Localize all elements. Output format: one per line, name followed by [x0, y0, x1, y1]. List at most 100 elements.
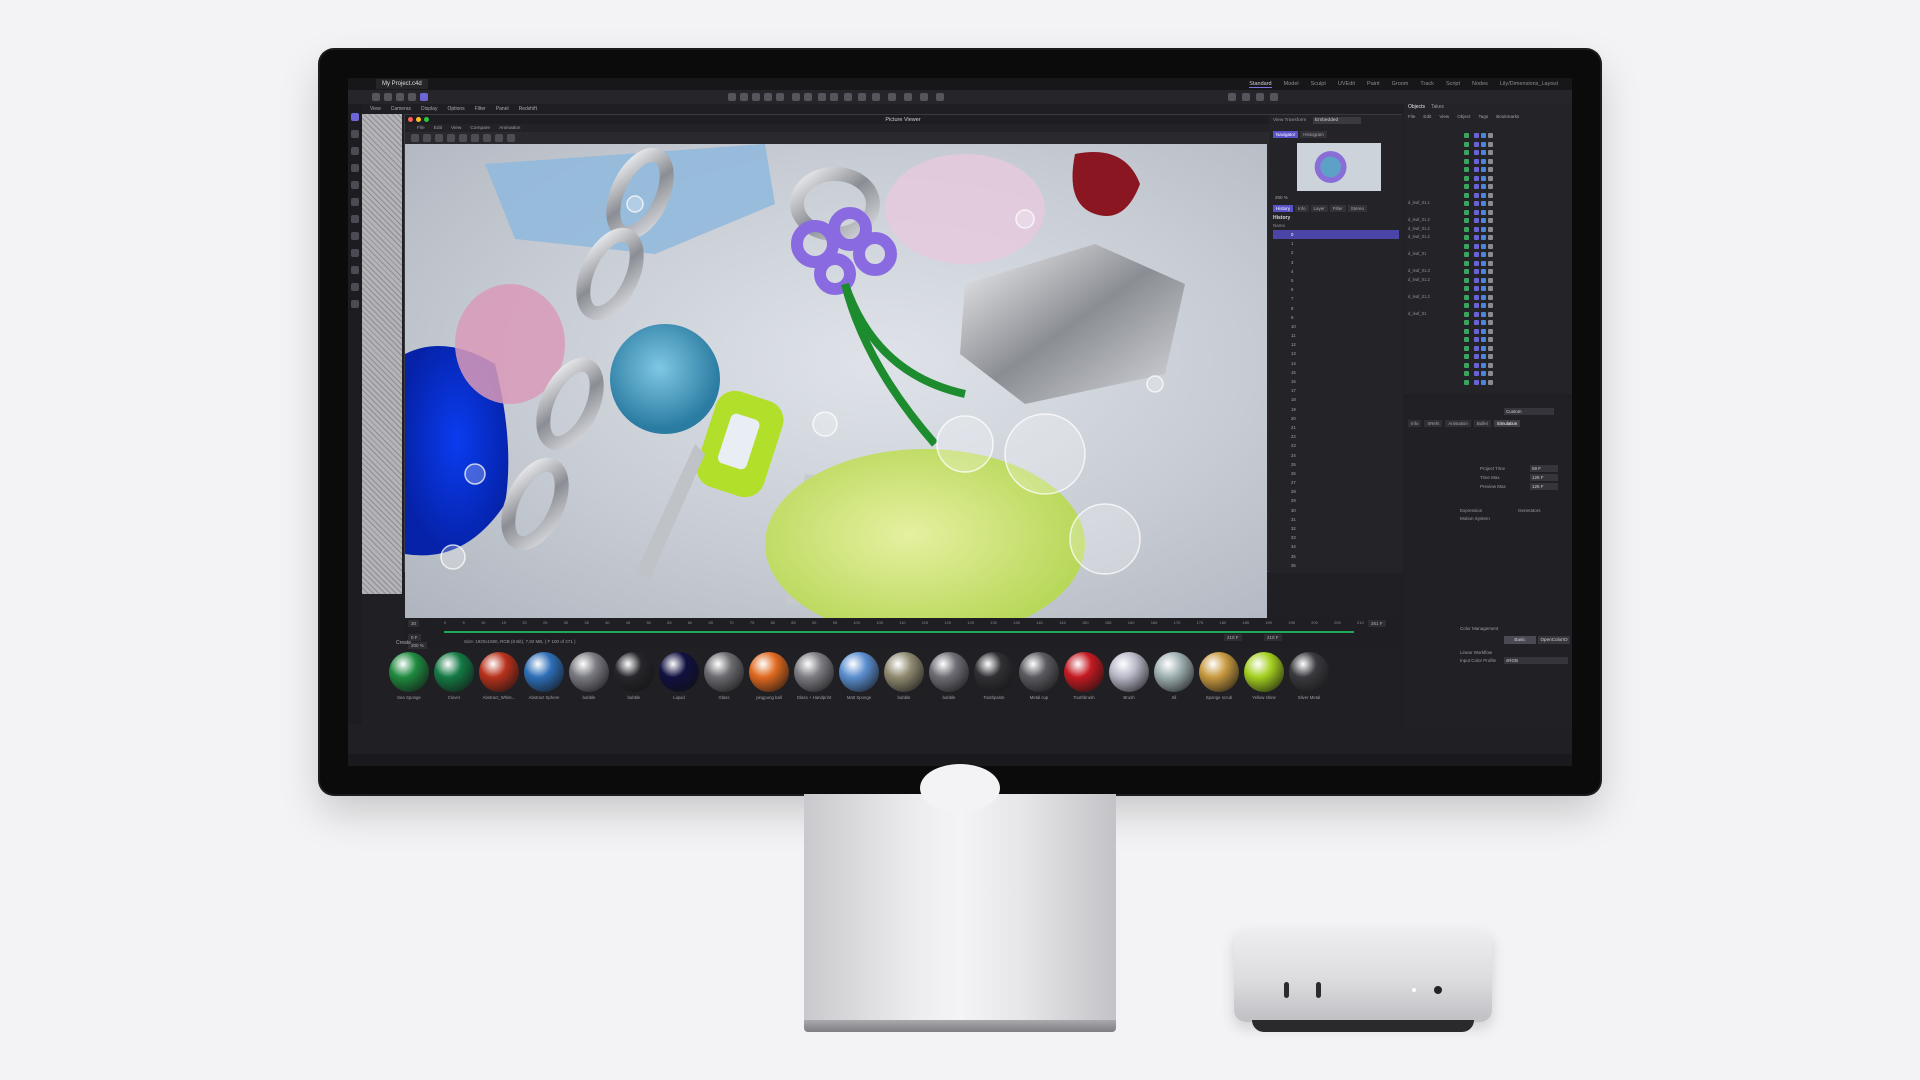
object-row[interactable] — [1408, 132, 1558, 140]
toolbar-tool-icon[interactable] — [1256, 93, 1264, 101]
tag-icon[interactable] — [1474, 252, 1479, 257]
tag-icon[interactable] — [1481, 337, 1486, 342]
attribute-checkbox-label[interactable]: Motion System — [1460, 516, 1490, 521]
tag-icon[interactable] — [1481, 269, 1486, 274]
tag-icon[interactable] — [1481, 192, 1486, 198]
history-row[interactable]: 3 — [1273, 258, 1399, 267]
tag-icon[interactable] — [1474, 269, 1479, 274]
tag-icon[interactable] — [1488, 303, 1493, 308]
visibility-check-icon[interactable] — [1464, 311, 1469, 317]
tag-icon[interactable] — [1488, 362, 1493, 368]
compare-icon[interactable] — [459, 134, 467, 142]
tag-icon[interactable] — [1488, 209, 1493, 215]
object-row[interactable] — [1408, 328, 1558, 336]
tab-stereo[interactable]: Stereo — [1347, 205, 1368, 212]
tag-icon[interactable] — [1488, 218, 1493, 223]
material-preview-ball[interactable] — [794, 652, 834, 692]
navigator-thumbnail[interactable] — [1297, 143, 1381, 191]
history-row[interactable]: 19 — [1273, 405, 1399, 414]
object-row[interactable] — [1408, 362, 1558, 370]
viewport-menu-redshift[interactable]: Redshift — [519, 106, 537, 112]
tag-icon[interactable] — [1481, 260, 1486, 266]
knife-tool-icon[interactable] — [351, 215, 359, 223]
tag-icon[interactable] — [1474, 243, 1479, 249]
history-row[interactable]: 22 — [1273, 432, 1399, 441]
tag-icon[interactable] — [1481, 133, 1486, 138]
history-row[interactable]: 18 — [1273, 395, 1399, 404]
object-row[interactable] — [1408, 353, 1558, 361]
tag-icon[interactable] — [1474, 141, 1479, 147]
toolbar-tool-icon[interactable] — [740, 93, 748, 101]
viewport-menu-options[interactable]: Options — [447, 106, 464, 112]
alpha-icon[interactable] — [483, 134, 491, 142]
tag-icon[interactable] — [1474, 354, 1479, 359]
material-preview-ball[interactable] — [1199, 652, 1239, 692]
tag-icon[interactable] — [1488, 235, 1493, 240]
object-row[interactable] — [1408, 302, 1558, 310]
object-row[interactable] — [1408, 285, 1558, 293]
visibility-check-icon[interactable] — [1464, 226, 1469, 232]
history-row[interactable]: 15 — [1273, 368, 1399, 377]
brush-tool-icon[interactable] — [351, 232, 359, 240]
toolbar-tool-icon[interactable] — [372, 93, 380, 101]
material-swatch[interactable]: Silver Metal — [1288, 652, 1330, 700]
history-row[interactable]: 8 — [1273, 304, 1399, 313]
history-row[interactable]: 36 — [1273, 561, 1399, 570]
tag-icon[interactable] — [1488, 269, 1493, 274]
object-row[interactable] — [1408, 319, 1558, 327]
history-row[interactable]: 0 — [1273, 230, 1399, 240]
toolbar-tool-icon[interactable] — [776, 93, 784, 101]
toolbar-tool-icon[interactable] — [904, 93, 912, 101]
history-row[interactable]: 4 — [1273, 267, 1399, 276]
pv-menu-edit[interactable]: Edit — [434, 126, 442, 131]
history-row[interactable]: 30 — [1273, 506, 1399, 515]
visibility-check-icon[interactable] — [1464, 235, 1469, 240]
visibility-check-icon[interactable] — [1464, 379, 1469, 385]
visibility-check-icon[interactable] — [1464, 328, 1469, 334]
tag-icon[interactable] — [1488, 337, 1493, 342]
history-row[interactable]: 16 — [1273, 377, 1399, 386]
tag-icon[interactable] — [1474, 311, 1479, 317]
layout-tab-groom[interactable]: Groom — [1392, 81, 1409, 87]
visibility-check-icon[interactable] — [1464, 175, 1469, 181]
history-row[interactable]: 25 — [1273, 460, 1399, 469]
tag-icon[interactable] — [1488, 371, 1493, 376]
material-swatch[interactable]: bubble — [613, 652, 655, 700]
material-preview-ball[interactable] — [434, 652, 474, 692]
toolbar-tool-icon[interactable] — [872, 93, 880, 101]
visibility-check-icon[interactable] — [1464, 286, 1469, 291]
tag-icon[interactable] — [1474, 192, 1479, 198]
attribute-value-field[interactable]: 126 F — [1530, 474, 1558, 481]
material-swatch[interactable]: Liquid — [658, 652, 700, 700]
object-row[interactable]: d_leaf_01 — [1408, 251, 1558, 259]
input-color-profile-select[interactable]: sRGB — [1504, 657, 1568, 664]
tag-icon[interactable] — [1481, 235, 1486, 240]
tag-icon[interactable] — [1488, 175, 1493, 181]
visibility-check-icon[interactable] — [1464, 141, 1469, 147]
layout-tab-script[interactable]: Script — [1446, 81, 1460, 87]
history-row[interactable]: 5 — [1273, 276, 1399, 285]
toolbar-tool-icon[interactable] — [1242, 93, 1250, 101]
polygon-tool-icon[interactable] — [351, 198, 359, 206]
visibility-check-icon[interactable] — [1464, 209, 1469, 215]
material-preview-ball[interactable] — [479, 652, 519, 692]
material-preview-ball[interactable] — [1109, 652, 1149, 692]
lasso-tool-icon[interactable] — [351, 181, 359, 189]
tab-takes[interactable]: Takes — [1431, 104, 1444, 110]
material-swatch[interactable]: Brush — [1108, 652, 1150, 700]
visibility-check-icon[interactable] — [1464, 320, 1469, 325]
tag-icon[interactable] — [1481, 175, 1486, 181]
document-tab[interactable]: My Project.c4d — [376, 79, 428, 89]
visibility-check-icon[interactable] — [1464, 337, 1469, 342]
material-swatch[interactable]: Toothbrush — [1063, 652, 1105, 700]
toolbar-tool-icon[interactable] — [384, 93, 392, 101]
timeline-range-bar[interactable] — [444, 631, 1354, 633]
toolbar-tool-icon[interactable] — [844, 93, 852, 101]
tag-icon[interactable] — [1474, 337, 1479, 342]
objects-menu-object[interactable]: Object — [1457, 114, 1470, 119]
tag-icon[interactable] — [1474, 294, 1479, 300]
visibility-check-icon[interactable] — [1464, 362, 1469, 368]
visibility-check-icon[interactable] — [1464, 260, 1469, 266]
3d-viewport-wireframe[interactable] — [362, 114, 402, 594]
tag-icon[interactable] — [1474, 328, 1479, 334]
